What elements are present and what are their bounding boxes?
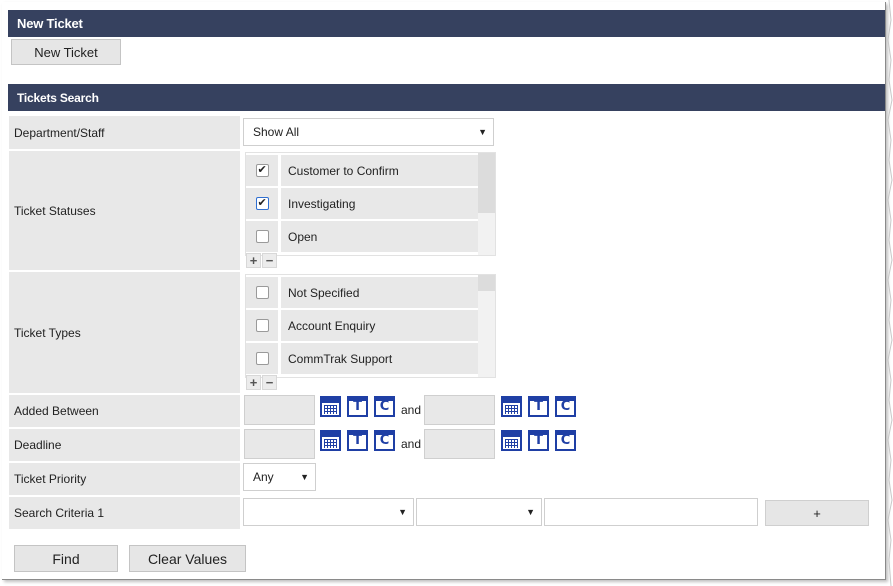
calendar-icon[interactable] bbox=[501, 396, 522, 417]
checkbox-commtrak-support[interactable] bbox=[255, 352, 269, 365]
clear-date-icon[interactable]: C bbox=[374, 396, 395, 417]
today-icon[interactable]: T bbox=[347, 430, 368, 451]
list-item[interactable]: Account Enquiry bbox=[246, 310, 478, 341]
checkbox-cell bbox=[246, 343, 278, 374]
chevron-down-icon: ▼ bbox=[526, 507, 535, 517]
new-ticket-header-title: New Ticket bbox=[17, 16, 83, 31]
department-select-value: Show All bbox=[253, 125, 300, 139]
today-icon-letter: T bbox=[534, 399, 543, 414]
priority-select-value: Any bbox=[253, 470, 274, 484]
chevron-down-icon: ▼ bbox=[478, 127, 487, 137]
department-label: Department/Staff bbox=[9, 116, 240, 149]
deselect-all-minus-icon[interactable]: − bbox=[262, 375, 277, 390]
ticket-statuses-label: Ticket Statuses bbox=[9, 151, 240, 270]
today-icon-letter: T bbox=[353, 433, 362, 448]
types-scrollbar[interactable] bbox=[478, 275, 495, 377]
statuses-scroll-thumb[interactable] bbox=[478, 153, 495, 213]
criteria-operator-select[interactable]: ▼ bbox=[416, 498, 542, 526]
checkbox-account-enquiry[interactable] bbox=[255, 319, 269, 332]
torn-edge-right bbox=[887, 0, 893, 586]
checkbox-open[interactable] bbox=[255, 230, 269, 243]
today-icon[interactable]: T bbox=[347, 396, 368, 417]
status-item-label: Customer to Confirm bbox=[281, 155, 478, 186]
statuses-plus-minus: + − bbox=[246, 253, 278, 268]
list-item[interactable]: Open bbox=[246, 221, 478, 252]
and-text: and bbox=[401, 437, 422, 451]
checkbox-cell bbox=[246, 221, 278, 252]
deselect-all-minus-icon[interactable]: − bbox=[262, 253, 277, 268]
checkbox-cell bbox=[246, 188, 278, 219]
clear-icon-letter: C bbox=[560, 433, 571, 448]
checkbox-investigating[interactable] bbox=[255, 197, 269, 210]
calendar-icon[interactable] bbox=[320, 396, 341, 417]
status-item-label: Open bbox=[281, 221, 478, 252]
today-icon[interactable]: T bbox=[528, 396, 549, 417]
window-frame: New Ticket New Ticket Tickets Search Dep… bbox=[2, 2, 886, 580]
types-scroll-thumb[interactable] bbox=[478, 275, 495, 291]
type-item-label: CommTrak Support bbox=[281, 343, 478, 374]
find-button[interactable]: Find bbox=[14, 545, 118, 572]
priority-select[interactable]: Any ▼ bbox=[243, 463, 316, 491]
clear-date-icon[interactable]: C bbox=[555, 396, 576, 417]
clear-date-icon[interactable]: C bbox=[374, 430, 395, 451]
department-select[interactable]: Show All ▼ bbox=[243, 118, 494, 146]
select-all-plus-icon[interactable]: + bbox=[246, 375, 261, 390]
criteria-value-input[interactable] bbox=[544, 498, 758, 526]
list-item[interactable]: Investigating bbox=[246, 188, 478, 219]
clear-values-button[interactable]: Clear Values bbox=[129, 545, 246, 572]
new-ticket-header: New Ticket bbox=[8, 10, 885, 37]
clear-date-icon[interactable]: C bbox=[555, 430, 576, 451]
today-icon-letter: T bbox=[353, 399, 362, 414]
select-all-plus-icon[interactable]: + bbox=[246, 253, 261, 268]
ticket-priority-label: Ticket Priority bbox=[9, 463, 240, 495]
type-item-label: Account Enquiry bbox=[281, 310, 478, 341]
added-between-label: Added Between bbox=[9, 395, 240, 427]
today-icon[interactable]: T bbox=[528, 430, 549, 451]
type-item-label: Not Specified bbox=[281, 277, 478, 308]
list-item[interactable]: Customer to Confirm bbox=[246, 155, 478, 186]
tickets-search-header: Tickets Search bbox=[8, 84, 885, 111]
checkbox-cell bbox=[246, 310, 278, 341]
calendar-icon[interactable] bbox=[320, 430, 341, 451]
chevron-down-icon: ▼ bbox=[398, 507, 407, 517]
today-icon-letter: T bbox=[534, 433, 543, 448]
ticket-statuses-list[interactable]: Customer to Confirm Investigating Open bbox=[245, 152, 496, 256]
add-criteria-button[interactable]: + bbox=[765, 500, 869, 526]
list-item[interactable]: Not Specified bbox=[246, 277, 478, 308]
deadline-to-date-input[interactable] bbox=[424, 429, 495, 459]
and-text: and bbox=[401, 403, 422, 417]
tickets-search-header-title: Tickets Search bbox=[17, 90, 99, 105]
new-ticket-button[interactable]: New Ticket bbox=[11, 39, 121, 65]
deadline-label: Deadline bbox=[9, 429, 240, 461]
statuses-scrollbar[interactable] bbox=[478, 153, 495, 255]
added-to-date-input[interactable] bbox=[424, 395, 495, 425]
checkbox-customer-to-confirm[interactable] bbox=[255, 164, 269, 177]
types-plus-minus: + − bbox=[246, 375, 278, 390]
clear-icon-letter: C bbox=[379, 433, 390, 448]
checkbox-cell bbox=[246, 277, 278, 308]
ticket-types-list[interactable]: Not Specified Account Enquiry CommTrak S… bbox=[245, 274, 496, 378]
calendar-icon[interactable] bbox=[501, 430, 522, 451]
deadline-from-date-input[interactable] bbox=[244, 429, 315, 459]
status-item-label: Investigating bbox=[281, 188, 478, 219]
checkbox-not-specified[interactable] bbox=[255, 286, 269, 299]
clear-icon-letter: C bbox=[379, 399, 390, 414]
criteria-field-select[interactable]: ▼ bbox=[243, 498, 414, 526]
ticket-priority-row bbox=[242, 463, 869, 495]
ticket-types-label: Ticket Types bbox=[9, 272, 240, 393]
list-item[interactable]: CommTrak Support bbox=[246, 343, 478, 374]
clear-icon-letter: C bbox=[560, 399, 571, 414]
search-criteria-label: Search Criteria 1 bbox=[9, 497, 240, 529]
chevron-down-icon: ▼ bbox=[300, 472, 309, 482]
checkbox-cell bbox=[246, 155, 278, 186]
added-from-date-input[interactable] bbox=[244, 395, 315, 425]
